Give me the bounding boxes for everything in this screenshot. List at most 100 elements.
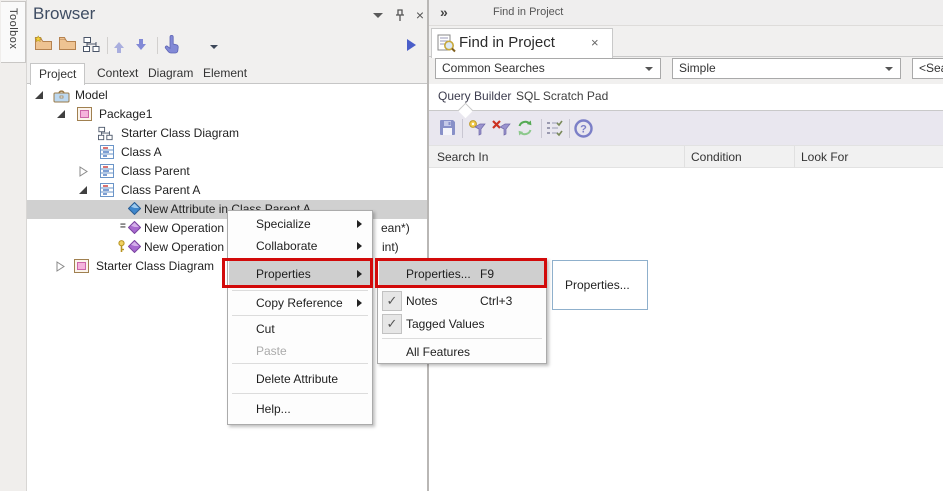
browser-title: Browser	[33, 4, 95, 24]
menu-item-collaborate[interactable]: Collaborate	[229, 235, 371, 257]
class-diagram-icon	[97, 126, 114, 141]
menu-separator	[232, 290, 368, 291]
common-searches-combo[interactable]: Common Searches	[435, 58, 661, 79]
menu-item-label: Tagged Values	[406, 317, 485, 331]
class-diagram-icon[interactable]	[82, 36, 101, 53]
panel-top-strip: » Find in Project	[429, 0, 943, 26]
tree-row-model[interactable]: Model	[27, 86, 427, 105]
delete-filter-icon[interactable]	[492, 119, 512, 137]
expanded-triangle-icon[interactable]	[35, 91, 43, 99]
tooltip-label: Properties...	[565, 278, 630, 292]
collapse-chevrons-icon[interactable]: »	[440, 4, 448, 20]
add-filter-icon[interactable]	[468, 119, 487, 137]
expanded-triangle-icon[interactable]	[79, 186, 87, 194]
column-search-in[interactable]: Search In	[437, 150, 488, 164]
menu-item-cut[interactable]: Cut	[229, 318, 371, 340]
toolbox-strip: Toolbox	[0, 0, 27, 491]
tree-label: Class Parent	[121, 164, 190, 178]
column-condition[interactable]: Condition	[691, 150, 742, 164]
tree-label-fragment: ean*)	[381, 221, 410, 235]
find-in-project-panel: » Find in Project Find in Project × Comm…	[429, 0, 943, 491]
column-divider	[794, 146, 795, 168]
play-icon[interactable]	[407, 39, 416, 51]
submenu-arrow-icon	[357, 242, 362, 250]
menu-item-label: Delete Attribute	[256, 372, 338, 386]
tree-label: Class Parent A	[121, 183, 200, 197]
tree-row-class-a[interactable]: Class A	[27, 143, 427, 162]
results-column-header: Search In Condition Look For	[429, 145, 943, 168]
search-term-input[interactable]: <Sea	[912, 58, 943, 79]
combo-arrow-icon	[885, 67, 893, 71]
tab-sql-scratch-pad[interactable]: SQL Scratch Pad	[516, 89, 608, 103]
submenu-item-all-features[interactable]: All Features	[379, 341, 545, 362]
tab-diagram[interactable]: Diagram	[140, 63, 201, 85]
chevron-down-icon[interactable]	[373, 13, 383, 18]
properties-tooltip: Properties...	[552, 260, 648, 310]
expanded-triangle-icon[interactable]	[57, 110, 65, 118]
browser-tab-bar: Project Context Diagram Element	[27, 60, 427, 84]
new-folder-icon[interactable]	[34, 35, 53, 51]
hand-pointer-icon[interactable]	[163, 35, 180, 54]
menu-separator	[232, 315, 368, 316]
menu-separator	[232, 363, 368, 364]
submenu-item-notes[interactable]: ✓ Notes Ctrl+3	[379, 289, 545, 312]
svg-text:?: ?	[580, 124, 587, 136]
menu-shortcut: Ctrl+3	[480, 294, 512, 308]
menu-item-label: Copy Reference	[256, 296, 343, 310]
tree-row-package1[interactable]: Package1	[27, 105, 427, 124]
arrow-up-icon[interactable]	[114, 37, 124, 48]
browser-header: Browser ×	[27, 0, 427, 30]
menu-item-label: Cut	[256, 322, 275, 336]
model-icon	[53, 88, 70, 103]
tree-label: Model	[75, 88, 108, 102]
tab-context[interactable]: Context	[89, 63, 146, 85]
menu-item-copy-reference[interactable]: Copy Reference	[229, 292, 371, 314]
screen: Toolbox Browser ×	[0, 0, 943, 491]
menu-item-label: Specialize	[256, 217, 311, 231]
close-icon[interactable]: ×	[591, 35, 599, 50]
profile-combo[interactable]: Simple	[672, 58, 901, 79]
tab-title: Find in Project	[459, 34, 555, 51]
toolbox-tab[interactable]: Toolbox	[1, 1, 26, 63]
tree-row-class-parent[interactable]: Class Parent	[27, 162, 427, 181]
checkmark-icon: ✓	[382, 314, 402, 334]
submenu-arrow-icon	[357, 220, 362, 228]
tab-query-builder[interactable]: Query Builder	[438, 89, 511, 103]
tab-find-in-project[interactable]: Find in Project ×	[431, 28, 613, 58]
operation-diamond-icon	[128, 221, 141, 234]
tree-label: Starter Class Diagram	[96, 259, 214, 273]
tab-element[interactable]: Element	[195, 63, 255, 85]
collapsed-triangle-icon[interactable]	[79, 166, 88, 177]
menu-item-label: Notes	[406, 294, 437, 308]
toolbar-separator	[462, 119, 463, 138]
annotation-box-properties-f9	[375, 258, 547, 288]
submenu-item-tagged-values[interactable]: ✓ Tagged Values	[379, 312, 545, 335]
tab-project[interactable]: Project	[30, 63, 85, 85]
class-icon	[100, 164, 114, 178]
menu-item-label: Paste	[256, 344, 287, 358]
operation-diamond-icon	[128, 240, 141, 253]
folder-icon[interactable]	[58, 35, 77, 51]
checklist-icon[interactable]	[546, 119, 564, 137]
save-icon[interactable]	[439, 119, 456, 136]
tree-row-class-parent-a[interactable]: Class Parent A	[27, 181, 427, 200]
combo-value: Simple	[679, 61, 716, 75]
document-tab-bar: Find in Project ×	[429, 26, 943, 57]
pin-icon[interactable]	[394, 9, 408, 23]
close-icon[interactable]: ×	[413, 9, 427, 23]
combo-arrow-icon	[645, 67, 653, 71]
menu-item-delete-attribute[interactable]: Delete Attribute	[229, 367, 371, 391]
menu-item-paste[interactable]: Paste	[229, 340, 371, 362]
tree-row-starter-class-diagram[interactable]: Starter Class Diagram	[27, 124, 427, 143]
attribute-diamond-icon	[128, 202, 141, 215]
class-icon	[100, 183, 114, 197]
column-look-for[interactable]: Look For	[801, 150, 848, 164]
menu-item-help[interactable]: Help...	[229, 397, 371, 421]
menu-item-specialize[interactable]: Specialize	[229, 213, 371, 235]
tree-label: New Operation	[144, 221, 224, 235]
search-controls-row: Common Searches Simple <Sea	[429, 57, 943, 84]
collapsed-triangle-icon[interactable]	[56, 261, 65, 272]
annotation-box-properties	[222, 258, 373, 288]
refresh-icon[interactable]	[516, 119, 534, 137]
help-icon[interactable]: ?	[574, 119, 593, 138]
